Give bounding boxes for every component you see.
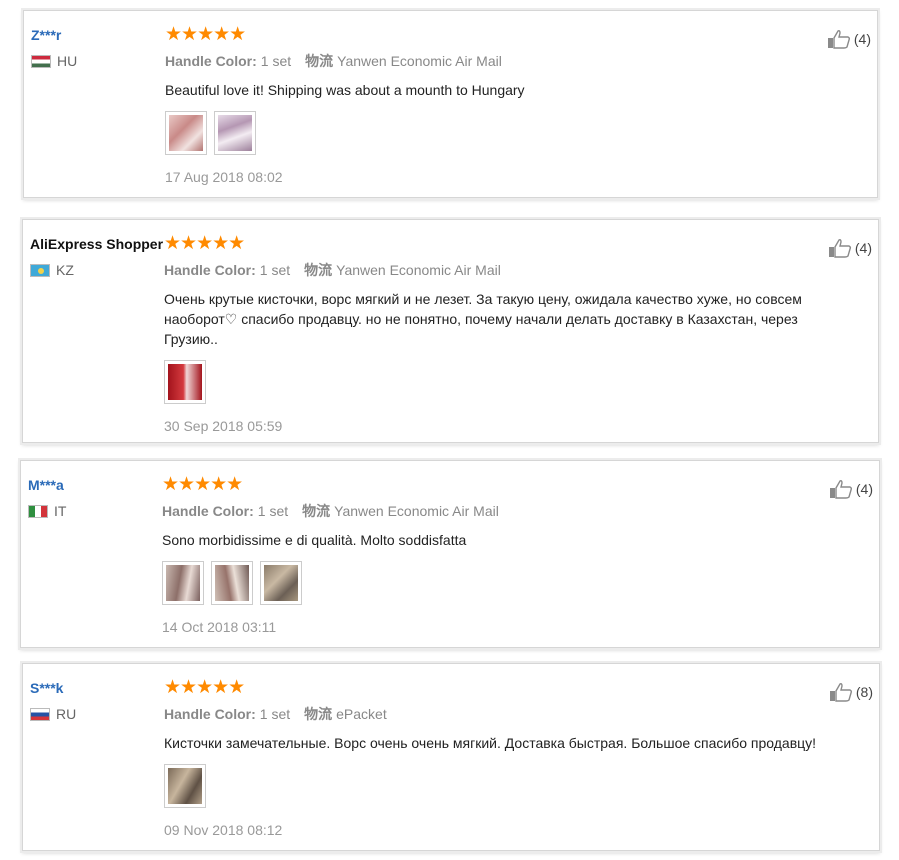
logistics-value: ePacket (336, 706, 387, 722)
star-rating-icon: ★★★★★ (162, 474, 243, 495)
italy-flag-icon (28, 504, 48, 518)
review-meta: Handle Color: 1 set 物流 Yanwen Economic Air … (164, 260, 818, 280)
kazakhstan-flag-icon (30, 263, 50, 277)
reviewer-name-link[interactable]: M***a (28, 477, 66, 493)
reviewer-name: AliExpress Shopper (30, 236, 164, 252)
review-photos (165, 111, 817, 155)
review-photo-thumbnail[interactable] (260, 561, 302, 605)
helpful-count: (4) (855, 481, 873, 497)
review-card: S***k RU ★★★★★ Handle Color: 1 set 物流 ePack… (22, 663, 880, 851)
thumbs-up-icon (829, 683, 852, 702)
logistics-value: Yanwen Economic Air Mail (336, 262, 501, 278)
helpful-count: (8) (855, 684, 873, 700)
reviewer-country: KZ (30, 262, 163, 278)
review-card: Z***r HU ★★★★★ Handle Color: 1 set 物流 Yanwe… (23, 10, 878, 198)
review-photo-thumbnail[interactable] (214, 111, 256, 155)
review-photo-thumbnail[interactable] (162, 561, 204, 605)
helpful-button[interactable]: (8) (829, 682, 873, 702)
helpful-count: (4) (853, 31, 871, 47)
review-date: 17 Aug 2018 08:02 (165, 169, 283, 185)
review-date: 30 Sep 2018 05:59 (164, 418, 283, 434)
review-photo-thumbnail[interactable] (164, 360, 206, 404)
review-text: Очень крутые кисточки, ворс мягкий и не … (164, 291, 802, 347)
reviewer-name-link[interactable]: S***k (30, 680, 76, 696)
helpful-button[interactable]: (4) (827, 29, 871, 49)
helpful-button[interactable]: (4) (828, 238, 872, 258)
handle-color-label: Handle Color: (162, 503, 254, 519)
review-meta: Handle Color: 1 set 物流 Yanwen Economic Air … (165, 51, 817, 71)
handle-color-label: Handle Color: (164, 262, 256, 278)
review-card: M***a IT ★★★★★ Handle Color: 1 set 物流 Yanwe… (20, 460, 880, 648)
review-photos (162, 561, 819, 605)
review-text: Кисточки замечательные. Ворс очень очень… (164, 735, 817, 751)
country-code: IT (54, 503, 67, 519)
review-text: Beautiful love it! Shipping was about a … (165, 82, 525, 98)
thumbs-up-icon (829, 480, 852, 499)
review-photo-thumbnail[interactable] (211, 561, 253, 605)
reviewer-country: RU (30, 706, 76, 722)
logistics-value: Yanwen Economic Air Mail (337, 53, 502, 69)
logistics-label: 物流 (302, 503, 331, 519)
star-rating-icon: ★★★★★ (164, 677, 245, 698)
logistics-label: 物流 (305, 53, 334, 69)
helpful-button[interactable]: (4) (829, 479, 873, 499)
reviewer-name-link[interactable]: Z***r (31, 27, 77, 43)
handle-color-value: 1 set (260, 53, 292, 69)
review-photos (164, 764, 819, 808)
review-content: ★★★★★ Handle Color: 1 set 物流 Yanwen Economi… (164, 234, 818, 434)
reviewer-info: Z***r HU (31, 27, 77, 69)
handle-color-label: Handle Color: (165, 53, 257, 69)
reviewer-info: S***k RU (30, 680, 76, 722)
review-date: 09 Nov 2018 08:12 (164, 822, 283, 838)
country-code: RU (56, 706, 77, 722)
russia-flag-icon (30, 707, 50, 721)
reviewer-info: M***a IT (28, 477, 66, 519)
review-meta: Handle Color: 1 set 物流 Yanwen Economic Air … (162, 501, 819, 521)
review-text: Sono morbidissime e di qualità. Molto so… (162, 532, 467, 548)
review-content: ★★★★★ Handle Color: 1 set 物流 ePacket Кисточ… (164, 678, 819, 838)
country-code: HU (57, 53, 78, 69)
review-content: ★★★★★ Handle Color: 1 set 物流 Yanwen Economi… (162, 475, 819, 635)
reviewer-country: IT (28, 503, 66, 519)
review-card: AliExpress Shopper KZ ★★★★★ Handle Color… (22, 219, 879, 443)
helpful-count: (4) (854, 240, 872, 256)
handle-color-value: 1 set (259, 262, 291, 278)
star-rating-icon: ★★★★★ (164, 233, 245, 254)
reviewer-info: AliExpress Shopper KZ (30, 236, 163, 278)
logistics-label: 物流 (304, 706, 333, 722)
country-code: KZ (56, 262, 74, 278)
handle-color-label: Handle Color: (164, 706, 256, 722)
reviewer-country: HU (31, 53, 77, 69)
star-rating-icon: ★★★★★ (165, 24, 246, 45)
review-photos (164, 360, 818, 404)
review-meta: Handle Color: 1 set 物流 ePacket (164, 704, 819, 724)
review-date: 14 Oct 2018 03:11 (162, 619, 277, 635)
hungary-flag-icon (31, 54, 51, 68)
logistics-value: Yanwen Economic Air Mail (334, 503, 499, 519)
review-photo-thumbnail[interactable] (165, 111, 207, 155)
review-content: ★★★★★ Handle Color: 1 set 物流 Yanwen Economi… (165, 25, 817, 185)
review-photo-thumbnail[interactable] (164, 764, 206, 808)
thumbs-up-icon (827, 30, 850, 49)
thumbs-up-icon (828, 239, 851, 258)
logistics-label: 物流 (304, 262, 333, 278)
handle-color-value: 1 set (259, 706, 291, 722)
handle-color-value: 1 set (257, 503, 289, 519)
